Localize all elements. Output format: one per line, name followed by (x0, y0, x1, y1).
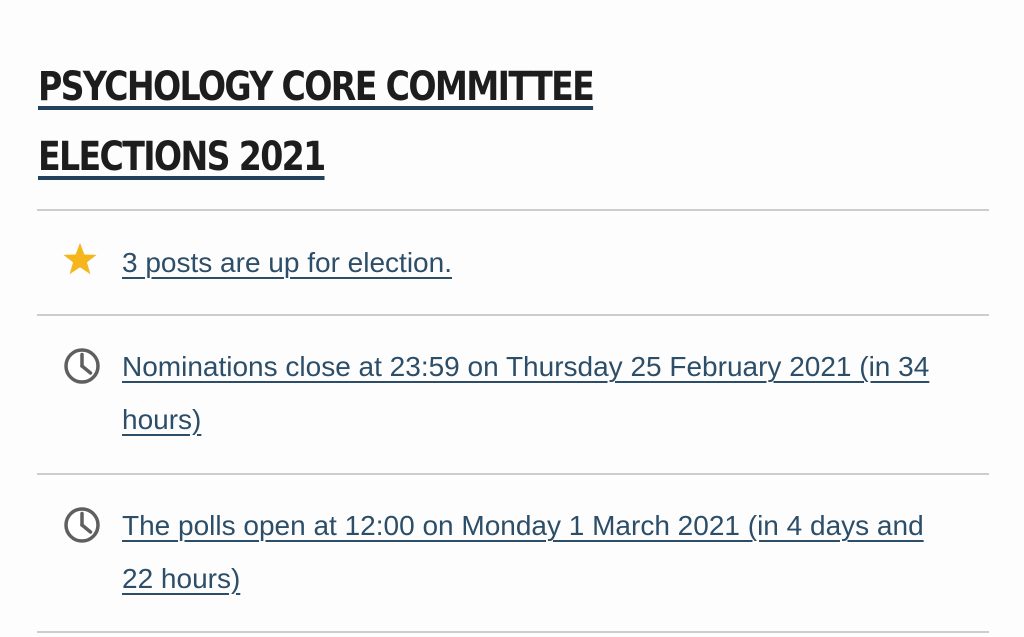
page-title: PSYCHOLOGY CORE COMMITTEE ELECTIONS 2021 (38, 52, 669, 192)
star-icon (63, 242, 97, 275)
divider (37, 314, 989, 316)
election-page: PSYCHOLOGY CORE COMMITTEE ELECTIONS 2021… (0, 0, 1024, 637)
divider (37, 473, 989, 475)
nominations-close-link[interactable]: Nominations close at 23:59 on Thursday 2… (122, 340, 962, 446)
election-title-link[interactable]: PSYCHOLOGY CORE COMMITTEE ELECTIONS 2021 (38, 64, 595, 180)
divider (37, 631, 989, 633)
divider (37, 209, 989, 211)
clock-icon (64, 507, 100, 543)
polls-open-link[interactable]: The polls open at 12:00 on Monday 1 Marc… (122, 499, 962, 605)
posts-link[interactable]: 3 posts are up for election. (122, 236, 982, 289)
clock-icon (64, 348, 100, 384)
